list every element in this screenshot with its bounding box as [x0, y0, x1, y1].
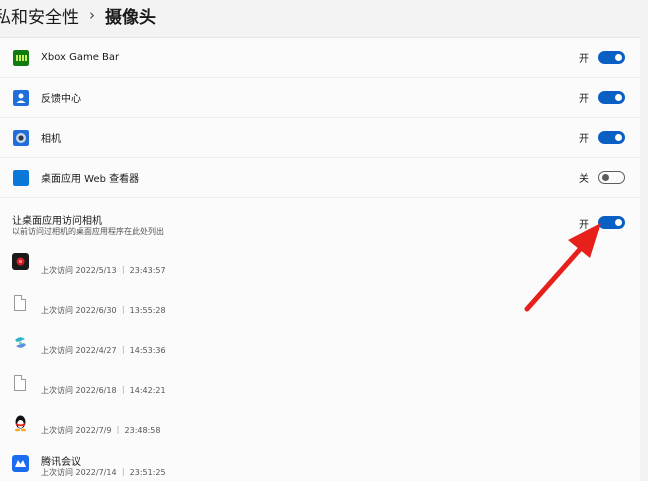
- file-icon: [14, 375, 26, 391]
- desktop-apps-camera-toggle[interactable]: [598, 216, 625, 229]
- list-item: 腾讯会议 上次访问 2022/7/14 ｜ 23:51:25: [0, 450, 640, 481]
- file-icon: [14, 295, 26, 311]
- camera-settings-panel: Xbox Game Bar 开 反馈中心 开 相机 开 桌面应用 Web 查看器…: [0, 37, 640, 481]
- list-item: 上次访问 2022/7/9 ｜ 23:48:58: [0, 410, 640, 450]
- app-row-xbox-game-bar: Xbox Game Bar 开: [0, 38, 640, 78]
- desktop-apps-section-title: 让桌面应用访问相机: [12, 216, 102, 227]
- toggle-state-label: 开: [579, 94, 589, 105]
- app-name: 腾讯会议: [41, 457, 81, 468]
- last-access-timestamp: 上次访问 2022/6/18 ｜ 14:42:21: [41, 386, 166, 395]
- camera-app-icon: [13, 129, 29, 146]
- toggle-knob: [602, 174, 609, 181]
- red-app-icon: [12, 253, 29, 270]
- toggle-state-label: 开: [579, 134, 589, 145]
- toggle-knob: [615, 219, 622, 226]
- list-item: 上次访问 2022/5/13 ｜ 23:43:57: [0, 250, 640, 290]
- page-title: 摄像头: [105, 7, 156, 28]
- desktop-web-viewer-icon: [13, 169, 29, 186]
- last-access-timestamp: 上次访问 2022/7/14 ｜ 23:51:25: [41, 468, 166, 477]
- app-row-camera: 相机 开: [0, 118, 640, 158]
- toggle-knob: [615, 94, 622, 101]
- camera-app-camera-toggle[interactable]: [598, 131, 625, 144]
- desktop-apps-section-description: 以前访问过相机的桌面应用程序在此处列出: [12, 227, 164, 236]
- breadcrumb-separator: ›: [89, 6, 95, 24]
- breadcrumb: 私和安全性 › 摄像头: [0, 0, 648, 30]
- last-access-timestamp: 上次访问 2022/7/9 ｜ 23:48:58: [41, 426, 161, 435]
- last-access-timestamp: 上次访问 2022/5/13 ｜ 23:43:57: [41, 266, 166, 275]
- feedback-hub-camera-toggle[interactable]: [598, 91, 625, 104]
- xbox-game-bar-icon: [13, 49, 29, 66]
- list-item: 上次访问 2022/6/18 ｜ 14:42:21: [0, 370, 640, 410]
- breadcrumb-parent[interactable]: 私和安全性: [0, 3, 79, 28]
- feedback-hub-icon: [13, 89, 29, 106]
- toggle-knob: [615, 134, 622, 141]
- last-access-timestamp: 上次访问 2022/4/27 ｜ 14:53:36: [41, 346, 166, 355]
- app-label: 反馈中心: [41, 94, 81, 105]
- desktop-web-viewer-camera-toggle[interactable]: [598, 171, 625, 184]
- toggle-state-label: 开: [579, 220, 589, 231]
- app-row-feedback-hub: 反馈中心 开: [0, 78, 640, 118]
- list-item: 上次访问 2022/6/30 ｜ 13:55:28: [0, 290, 640, 330]
- toggle-state-label: 开: [579, 54, 589, 65]
- teal-app-icon: [15, 337, 26, 348]
- tencent-meeting-icon: [12, 455, 29, 472]
- last-access-timestamp: 上次访问 2022/6/30 ｜ 13:55:28: [41, 306, 166, 315]
- app-label: 桌面应用 Web 查看器: [41, 174, 140, 185]
- toggle-state-label: 关: [579, 174, 589, 185]
- xbox-game-bar-camera-toggle[interactable]: [598, 51, 625, 64]
- list-item: 上次访问 2022/4/27 ｜ 14:53:36: [0, 330, 640, 370]
- toggle-knob: [615, 54, 622, 61]
- app-label: 相机: [41, 134, 61, 145]
- app-row-desktop-web-viewer: 桌面应用 Web 查看器 关: [0, 158, 640, 198]
- qq-penguin-icon: [15, 415, 26, 432]
- app-label: Xbox Game Bar: [41, 52, 120, 63]
